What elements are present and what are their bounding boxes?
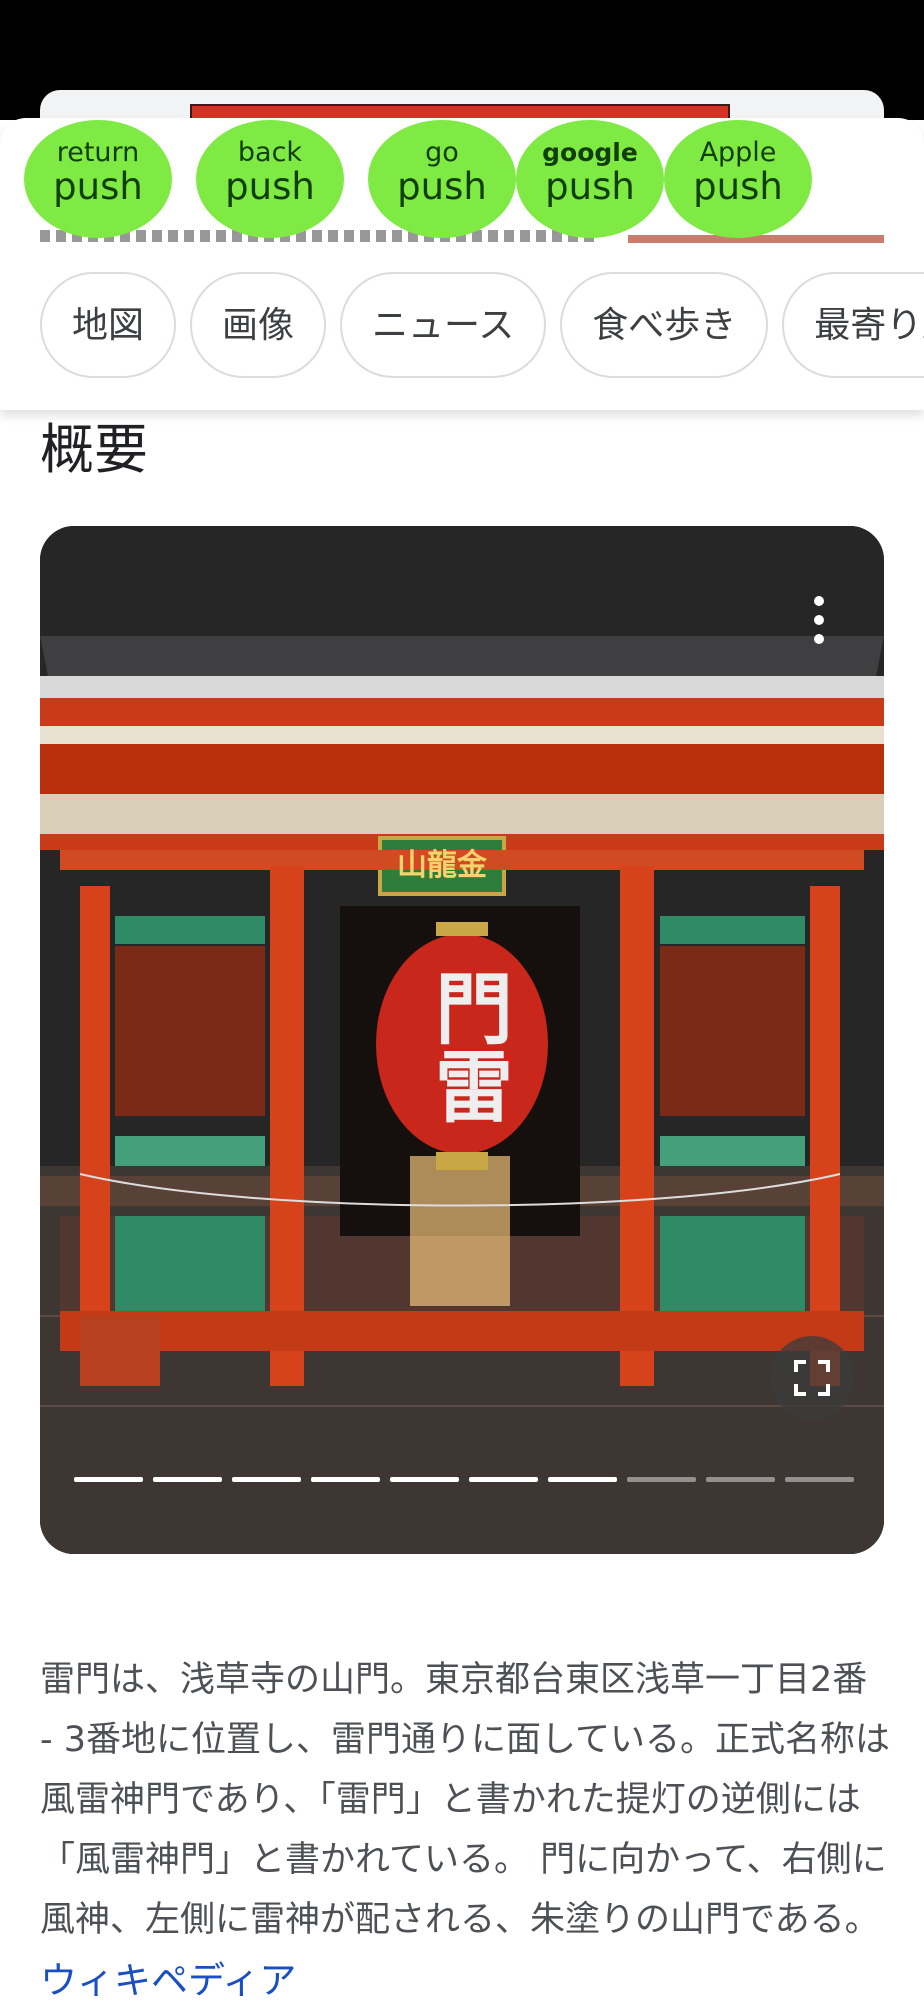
plaque-text: 山龍金 xyxy=(397,848,487,883)
button-top-label: go xyxy=(425,137,459,168)
carousel-dot xyxy=(627,1477,696,1482)
kaminarimon-photo[interactable]: 山龍金 門雷 xyxy=(40,526,884,1554)
carousel-indicator xyxy=(74,1477,854,1482)
button-top-label: back xyxy=(237,137,303,168)
button-top-label: Apple xyxy=(699,137,777,168)
carousel-dot xyxy=(706,1477,775,1482)
carousel-dot xyxy=(232,1477,301,1482)
more-options-icon[interactable] xyxy=(814,596,824,653)
return-push-button[interactable]: return push xyxy=(24,120,172,238)
go-push-button[interactable]: go push xyxy=(368,120,516,238)
section-title: 概要 xyxy=(40,418,148,481)
carousel-dot xyxy=(548,1477,617,1482)
chip-images[interactable]: 画像 xyxy=(190,272,327,378)
chip-map[interactable]: 地図 xyxy=(40,272,177,378)
apple-push-button[interactable]: Apple push xyxy=(664,120,812,238)
button-bottom-label: push xyxy=(397,165,487,208)
fullscreen-button[interactable] xyxy=(770,1336,854,1420)
filter-chip-row: 地図画像ニュース食べ歩き最寄り駅 xyxy=(40,272,924,380)
button-bottom-label: push xyxy=(53,165,143,208)
fullscreen-icon xyxy=(794,1360,830,1396)
carousel-dot xyxy=(153,1477,222,1482)
back-push-button[interactable]: back push xyxy=(196,120,344,238)
lantern-text: 門雷 xyxy=(422,968,512,1124)
button-bottom-label: push xyxy=(225,165,315,208)
button-top-label: return xyxy=(56,137,140,168)
button-bottom-label: push xyxy=(693,165,783,208)
chip-news[interactable]: ニュース xyxy=(340,272,547,378)
carousel-dot xyxy=(74,1477,143,1482)
chip-food[interactable]: 食べ歩き xyxy=(560,272,769,378)
button-top-label: google xyxy=(542,138,638,167)
wikipedia-link[interactable]: ウィキペディア xyxy=(40,1950,296,2004)
carousel-dot xyxy=(469,1477,538,1482)
google-push-button[interactable]: google push xyxy=(516,120,664,238)
carousel-dot xyxy=(311,1477,380,1482)
overview-description: 雷門は、浅草寺の山門。東京都台東区浅草一丁目2番 - 3番地に位置し、雷門通りに… xyxy=(40,1660,890,1940)
carousel-dot xyxy=(390,1477,459,1482)
chip-nearest-station[interactable]: 最寄り駅 xyxy=(782,272,924,378)
button-bottom-label: push xyxy=(545,165,635,208)
carousel-dot xyxy=(785,1477,854,1482)
